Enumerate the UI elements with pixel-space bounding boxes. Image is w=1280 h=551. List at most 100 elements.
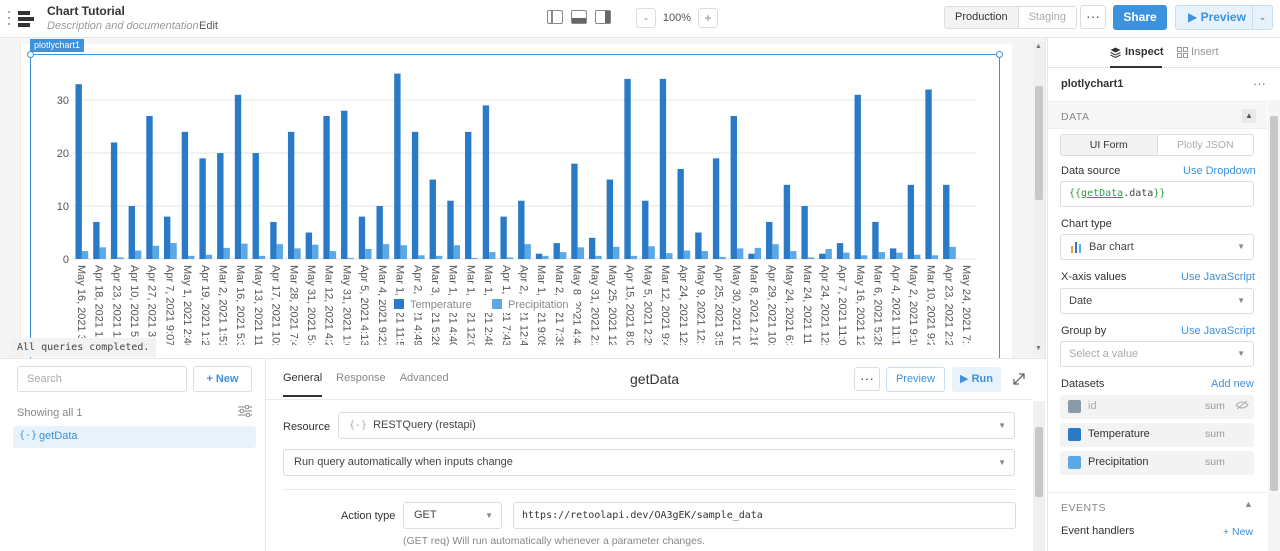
bar-temperature-0[interactable] — [75, 84, 82, 259]
dataset-color-swatch[interactable] — [1068, 428, 1081, 441]
tab-response[interactable]: Response — [336, 372, 386, 397]
bar-precipitation-29[interactable] — [595, 255, 602, 259]
bar-temperature-1[interactable] — [93, 221, 100, 259]
bar-precipitation-16[interactable] — [365, 248, 372, 259]
x-axis-select[interactable]: Date ▼ — [1060, 288, 1254, 314]
zoom-out-button[interactable]: - — [636, 8, 656, 28]
bar-precipitation-2[interactable] — [117, 257, 124, 259]
events-section-header[interactable]: EVENTS ▲ — [1048, 492, 1267, 520]
bar-precipitation-48[interactable] — [931, 255, 939, 259]
bar-precipitation-41[interactable] — [807, 257, 815, 259]
dataset-color-swatch[interactable] — [1068, 456, 1081, 469]
bar-precipitation-6[interactable] — [188, 255, 195, 259]
query-title[interactable]: getData — [630, 371, 679, 387]
edit-description-link[interactable]: Edit — [199, 20, 218, 32]
bar-precipitation-42[interactable] — [825, 248, 832, 259]
bar-temperature-36[interactable] — [712, 158, 720, 259]
new-event-handler-link[interactable]: + New — [1223, 526, 1253, 538]
component-tag[interactable]: plotlychart1 — [30, 39, 85, 52]
bar-temperature-13[interactable] — [305, 232, 313, 259]
bar-precipitation-20[interactable] — [435, 255, 443, 259]
canvas-scrollbar[interactable]: ▲ ▼ — [1033, 42, 1045, 356]
bar-precipitation-49[interactable] — [949, 246, 956, 259]
bar-temperature-47[interactable] — [907, 184, 915, 259]
bar-precipitation-36[interactable] — [719, 256, 726, 259]
bar-precipitation-23[interactable] — [489, 252, 496, 259]
resource-select[interactable]: {-} RESTQuery (restapi) ▼ — [338, 412, 1015, 439]
dataset-row-id[interactable]: id sum — [1060, 395, 1254, 419]
new-query-button[interactable]: + New — [193, 366, 252, 392]
bar-precipitation-17[interactable] — [382, 244, 390, 259]
bar-precipitation-38[interactable] — [754, 247, 762, 259]
editor-scroll-thumb[interactable] — [1035, 427, 1043, 497]
bar-precipitation-46[interactable] — [896, 252, 903, 259]
bar-temperature-7[interactable] — [199, 158, 206, 259]
bar-precipitation-30[interactable] — [613, 246, 620, 259]
bar-temperature-35[interactable] — [695, 232, 702, 259]
bar-temperature-21[interactable] — [447, 200, 454, 259]
right-panel-toggle-icon[interactable] — [595, 10, 611, 24]
bar-temperature-14[interactable] — [323, 115, 330, 259]
dataset-row-precipitation[interactable]: Precipitation sum — [1060, 451, 1254, 475]
bar-temperature-4[interactable] — [146, 115, 153, 259]
chevron-up-icon[interactable]: ▲ — [1244, 499, 1253, 509]
group-by-use-javascript-link[interactable]: Use JavaScript — [1181, 325, 1255, 337]
data-source-input[interactable]: {{getData.data}} — [1060, 181, 1254, 207]
bar-precipitation-37[interactable] — [736, 248, 744, 259]
bar-precipitation-0[interactable] — [81, 251, 89, 259]
canvas-scroll-thumb[interactable] — [1035, 86, 1043, 200]
bar-temperature-22[interactable] — [465, 131, 472, 259]
bar-precipitation-3[interactable] — [134, 250, 142, 259]
bar-precipitation-11[interactable] — [276, 244, 283, 259]
bar-precipitation-32[interactable] — [648, 246, 655, 259]
inspector-scroll-thumb[interactable] — [1270, 116, 1278, 491]
trigger-select[interactable]: Run query automatically when inputs chan… — [283, 449, 1015, 476]
inspector-scrollbar[interactable] — [1268, 100, 1280, 551]
more-options-button[interactable]: ··· — [1080, 5, 1106, 29]
bar-precipitation-28[interactable] — [577, 247, 584, 259]
bar-temperature-46[interactable] — [889, 248, 897, 259]
bar-temperature-45[interactable] — [872, 221, 879, 259]
list-item[interactable]: {-} getData — [13, 426, 256, 448]
bar-precipitation-43[interactable] — [843, 252, 850, 259]
component-menu-button[interactable]: ··· — [1253, 76, 1266, 91]
bar-temperature-48[interactable] — [925, 89, 932, 259]
bar-precipitation-12[interactable] — [294, 248, 301, 259]
tab-general[interactable]: General — [283, 372, 323, 397]
chart-type-select[interactable]: Bar chart ▼ — [1060, 234, 1254, 260]
bottom-panel-toggle-icon[interactable] — [571, 10, 587, 24]
bar-temperature-42[interactable] — [819, 253, 826, 259]
bar-temperature-24[interactable] — [500, 216, 507, 259]
bar-precipitation-5[interactable] — [170, 243, 177, 259]
chevron-up-icon[interactable]: ▲ — [1242, 109, 1256, 123]
scroll-up-icon[interactable]: ▲ — [1035, 43, 1042, 50]
query-preview-button[interactable]: Preview — [886, 367, 945, 392]
bar-temperature-19[interactable] — [411, 131, 419, 259]
resize-handle-top-right[interactable] — [996, 51, 1003, 58]
query-more-button[interactable]: ··· — [854, 367, 880, 391]
retool-logo-icon[interactable] — [8, 9, 34, 29]
bar-temperature-31[interactable] — [624, 78, 631, 259]
bar-precipitation-18[interactable] — [400, 245, 407, 259]
bar-temperature-32[interactable] — [642, 200, 649, 259]
bar-precipitation-33[interactable] — [666, 253, 673, 259]
chevron-down-icon[interactable]: ⌄ — [1252, 6, 1272, 29]
run-query-button[interactable]: ▶ Run — [952, 367, 1001, 392]
bar-temperature-20[interactable] — [429, 179, 436, 259]
bar-temperature-10[interactable] — [252, 153, 259, 259]
bar-precipitation-39[interactable] — [772, 244, 779, 259]
bar-temperature-44[interactable] — [854, 94, 861, 259]
bar-chart[interactable]: 0 10 20 30 May 16, 2021 3: Apr 18, 2021 1: Apr… — [31, 55, 986, 345]
bar-precipitation-9[interactable] — [241, 243, 248, 259]
use-dropdown-link[interactable]: Use Dropdown — [1183, 165, 1256, 177]
tab-insert[interactable]: Insert — [1191, 46, 1219, 58]
eye-off-icon[interactable] — [1235, 400, 1249, 410]
expand-icon[interactable] — [1013, 373, 1025, 385]
bar-temperature-6[interactable] — [181, 131, 189, 259]
ui-form-option[interactable]: UI Form — [1061, 135, 1157, 155]
data-section-header[interactable]: DATA ▲ — [1048, 101, 1267, 129]
env-staging-option[interactable]: Staging — [1017, 7, 1076, 28]
bar-temperature-43[interactable] — [836, 243, 844, 259]
bar-precipitation-44[interactable] — [860, 255, 868, 259]
tab-inspect[interactable]: Inspect — [1125, 46, 1164, 58]
